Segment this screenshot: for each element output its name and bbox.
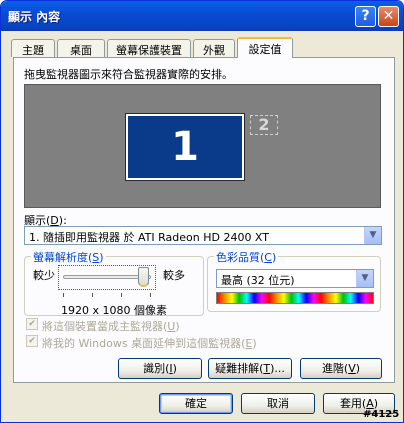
chevron-down-icon[interactable]: ▼ bbox=[364, 227, 381, 244]
extend-desktop-checkbox[interactable]: ✔ bbox=[26, 335, 38, 347]
resolution-less-label: 較少 bbox=[33, 269, 55, 282]
cancel-button[interactable]: 取消 bbox=[241, 393, 315, 414]
primary-monitor-label: 將這個裝置當成主監視器(U) bbox=[42, 320, 180, 333]
extend-desktop-label: 將我的 Windows 桌面延伸到這個監視器(E) bbox=[42, 337, 257, 350]
tab-appearance[interactable]: 外觀 bbox=[193, 39, 235, 57]
color-quality-select[interactable]: 最高 (32 位元) ▼ bbox=[216, 269, 374, 288]
resolution-more-label: 較多 bbox=[163, 269, 185, 282]
display-properties-window: 顯示 內容 ? ✕ 主題 桌面 螢幕保護裝置 外觀 設定值 拖曳監視器圖示來符合… bbox=[0, 0, 404, 423]
window-title: 顯示 內容 bbox=[8, 10, 61, 24]
corner-tag: #4125 bbox=[363, 409, 400, 420]
color-quality-title: 色彩品質(C) bbox=[214, 249, 279, 265]
resolution-title: 螢幕解析度(S) bbox=[31, 249, 106, 265]
primary-monitor-checkbox[interactable]: ✔ bbox=[26, 318, 38, 330]
monitor-1-icon[interactable]: 1 bbox=[125, 113, 245, 181]
title-bar[interactable]: 顯示 內容 ? ✕ bbox=[1, 1, 403, 31]
close-button[interactable]: ✕ bbox=[378, 6, 399, 27]
arrange-hint: 拖曳監視器圖示來符合監視器實際的安排。 bbox=[24, 68, 233, 81]
monitor-2-icon[interactable]: 2 bbox=[250, 115, 278, 135]
tab-settings[interactable]: 設定值 bbox=[237, 37, 293, 58]
chevron-down-icon[interactable]: ▼ bbox=[356, 270, 373, 287]
slider-thumb[interactable] bbox=[138, 267, 150, 287]
color-quality-value: 最高 (32 位元) bbox=[221, 274, 295, 287]
monitor-preview: 1 2 bbox=[24, 84, 381, 208]
resolution-value: 1920 x 1080 個像素 bbox=[61, 304, 167, 317]
advanced-button[interactable]: 進階(V) bbox=[300, 358, 382, 379]
troubleshoot-button[interactable]: 疑難排解(T)... bbox=[208, 358, 292, 379]
display-select-value: 1. 隨插即用監視器 於 ATI Radeon HD 2400 XT bbox=[29, 231, 269, 244]
tab-themes[interactable]: 主題 bbox=[11, 39, 55, 57]
display-select[interactable]: 1. 隨插即用監視器 於 ATI Radeon HD 2400 XT ▼ bbox=[24, 226, 382, 245]
tab-screensaver[interactable]: 螢幕保護裝置 bbox=[107, 39, 191, 57]
ok-button[interactable]: 確定 bbox=[159, 393, 233, 414]
slider-ticks bbox=[63, 293, 151, 297]
color-quality-group: 色彩品質(C) 最高 (32 位元) ▼ bbox=[207, 249, 381, 312]
tab-desktop[interactable]: 桌面 bbox=[57, 39, 105, 57]
color-spectrum-bar bbox=[216, 292, 374, 304]
help-button[interactable]: ? bbox=[355, 6, 376, 27]
settings-panel: 拖曳監視器圖示來符合監視器實際的安排。 1 2 顯示(D): 1. 隨插即用監視… bbox=[13, 57, 395, 383]
resolution-slider[interactable] bbox=[58, 265, 156, 290]
resolution-group: 螢幕解析度(S) 較少 較多 1920 x 1080 個像素 bbox=[24, 249, 204, 317]
identify-button[interactable]: 識別(I) bbox=[118, 358, 202, 379]
